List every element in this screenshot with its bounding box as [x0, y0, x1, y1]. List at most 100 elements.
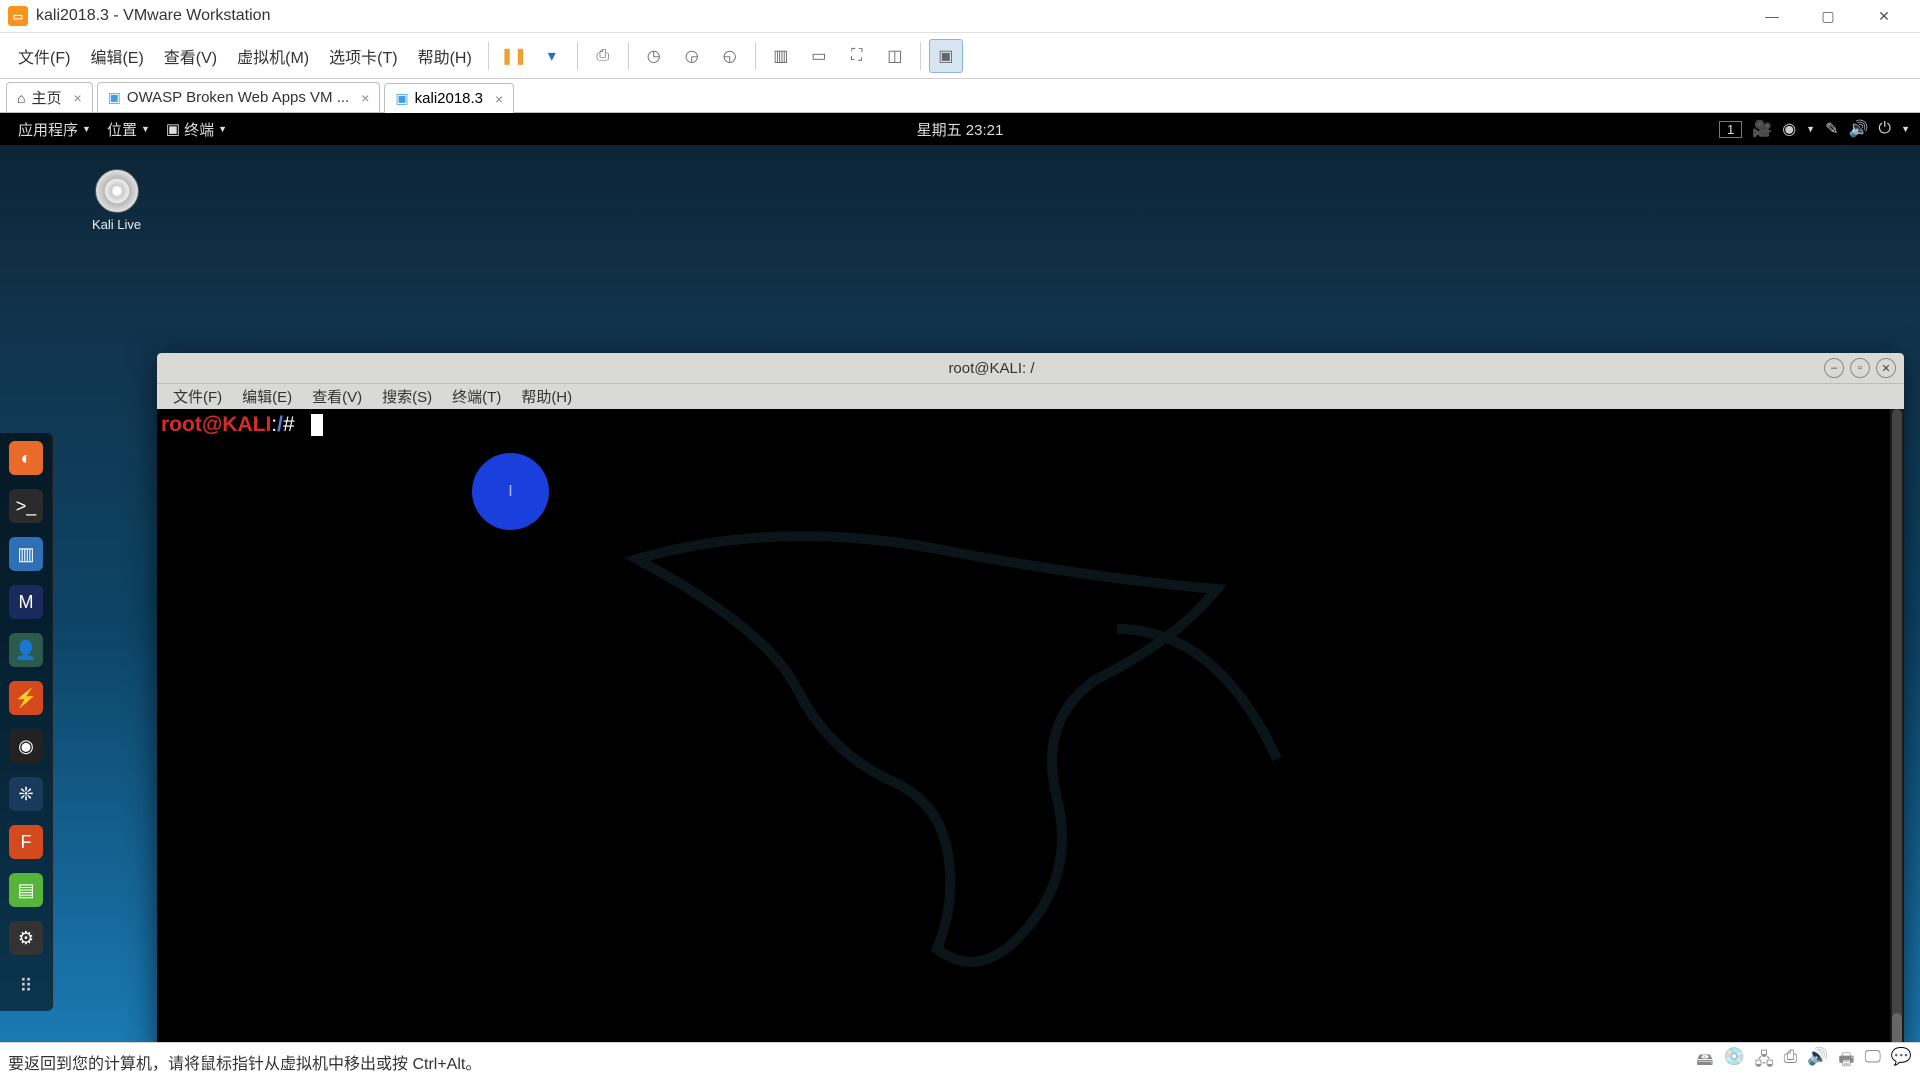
toolbar-separator	[628, 42, 629, 70]
dock-tweaks[interactable]: ⚙	[9, 921, 43, 955]
metasploit-icon: M	[19, 592, 34, 613]
vm-icon: ▣	[395, 90, 408, 107]
clock-back-icon: ◶	[685, 46, 699, 66]
menu-view[interactable]: 查看(V)	[154, 40, 227, 72]
power-icon[interactable]: ⏻	[1878, 120, 1891, 138]
workspace-indicator[interactable]: 1	[1719, 121, 1742, 138]
dock-files[interactable]: ▥	[9, 537, 43, 571]
stretch-button[interactable]: ⛶	[840, 39, 874, 73]
chevron-down-icon: ▼	[218, 124, 227, 134]
fullscreen-icon: ▣	[938, 46, 953, 66]
kali-dragon-watermark	[577, 479, 1297, 1039]
dock-burp[interactable]: ⚡	[9, 681, 43, 715]
unity-button[interactable]: ◫	[878, 39, 912, 73]
term-menu-search[interactable]: 搜索(S)	[372, 386, 442, 407]
applications-menu[interactable]: 应用程序▼	[10, 119, 99, 140]
dock-zenmap[interactable]: ◉	[9, 729, 43, 763]
tab-label: kali2018.3	[415, 90, 483, 107]
chevron-down-icon: ▼	[141, 124, 150, 134]
terminal-title: root@KALI: /	[165, 360, 1818, 377]
places-menu[interactable]: 位置▼	[99, 119, 158, 140]
dock-maltego[interactable]: ❊	[9, 777, 43, 811]
console-icon: ▥	[773, 46, 788, 66]
term-menu-file[interactable]: 文件(F)	[163, 386, 232, 407]
term-menu-help[interactable]: 帮助(H)	[511, 386, 582, 407]
terminal-close-button[interactable]: ✕	[1876, 358, 1896, 378]
terminal-scrollbar[interactable]	[1890, 409, 1904, 1042]
tab-home[interactable]: ⌂ 主页 ×	[6, 82, 93, 112]
host-statusbar: 要返回到您的计算机，请将鼠标指针从虚拟机中移出或按 Ctrl+Alt。 🖴 💿 …	[0, 1042, 1920, 1080]
disc-icon	[95, 169, 139, 213]
menu-edit[interactable]: 编辑(E)	[80, 40, 153, 72]
menu-tabs[interactable]: 选项卡(T)	[319, 40, 407, 72]
term-menu-edit[interactable]: 编辑(E)	[232, 386, 302, 407]
maltego-icon: ❊	[18, 784, 33, 805]
menu-help[interactable]: 帮助(H)	[408, 40, 482, 72]
tab-close-button[interactable]: ×	[73, 90, 81, 106]
snapshot-revert-button[interactable]: ◶	[675, 39, 709, 73]
clock-gear-icon: ◵	[723, 46, 737, 66]
dock-armitage[interactable]: 👤	[9, 633, 43, 667]
dock-leafpad[interactable]: ▤	[9, 873, 43, 907]
tray-message-icon[interactable]: 💬	[1891, 1047, 1912, 1076]
faraday-icon: F	[21, 832, 32, 853]
tray-usb-icon[interactable]: ⎙	[1784, 1047, 1798, 1076]
menu-file[interactable]: 文件(F)	[8, 40, 80, 72]
view-console-button[interactable]: ▥	[764, 39, 798, 73]
term-menu-view[interactable]: 查看(V)	[302, 386, 372, 407]
brush-icon[interactable]: ✎	[1825, 119, 1838, 139]
tab-owasp[interactable]: ▣ OWASP Broken Web Apps VM ... ×	[97, 82, 381, 112]
tray-network-icon[interactable]: 🖧	[1755, 1047, 1774, 1076]
terminal-menubar: 文件(F) 编辑(E) 查看(V) 搜索(S) 终端(T) 帮助(H)	[157, 383, 1904, 409]
host-tabs: ⌂ 主页 × ▣ OWASP Broken Web Apps VM ... × …	[0, 79, 1920, 113]
host-menubar: 文件(F) 编辑(E) 查看(V) 虚拟机(M) 选项卡(T) 帮助(H) ❚❚…	[0, 33, 1920, 79]
maximize-button[interactable]: ▢	[1800, 0, 1856, 33]
tray-display-icon[interactable]: 🖵	[1864, 1047, 1880, 1076]
armitage-icon: 👤	[15, 640, 37, 661]
dock-metasploit[interactable]: M	[9, 585, 43, 619]
terminal-app-menu[interactable]: ▣终端▼	[158, 119, 235, 140]
dock-faraday[interactable]: F	[9, 825, 43, 859]
host-tray: 🖴 💿 🖧 ⎙ 🔊 🖶 🖵 💬	[1696, 1047, 1912, 1076]
pause-button[interactable]: ❚❚	[497, 39, 531, 73]
stretch-icon: ⛶	[851, 47, 862, 65]
dock-show-apps[interactable]: ⠿	[9, 969, 43, 1003]
terminal-body[interactable]: root@KALI:/#	[157, 409, 1904, 1042]
minimize-button[interactable]: —	[1744, 0, 1800, 33]
clock-icon: ◷	[647, 46, 661, 66]
tray-printer-icon[interactable]: 🖶	[1838, 1047, 1854, 1076]
close-button[interactable]: ✕	[1856, 0, 1912, 33]
terminal-maximize-button[interactable]: ▫	[1850, 358, 1870, 378]
tray-cd-icon[interactable]: 💿	[1723, 1047, 1744, 1076]
tab-close-button[interactable]: ×	[361, 90, 369, 106]
terminal-minimize-button[interactable]: –	[1824, 358, 1844, 378]
view-thumbnail-button[interactable]: ▭	[802, 39, 836, 73]
power-dropdown[interactable]: ▾	[535, 39, 569, 73]
status-hint: 要返回到您的计算机，请将鼠标指针从虚拟机中移出或按 Ctrl+Alt。	[8, 1050, 481, 1074]
dock-firefox[interactable]: ◐	[9, 441, 43, 475]
menu-vm[interactable]: 虚拟机(M)	[227, 40, 319, 72]
tab-close-button[interactable]: ×	[495, 91, 503, 107]
tab-kali[interactable]: ▣ kali2018.3 ×	[384, 83, 514, 113]
chevron-down-icon: ▼	[1901, 124, 1910, 134]
term-menu-terminal[interactable]: 终端(T)	[442, 386, 511, 407]
desktop-icon-kali-live[interactable]: Kali Live	[92, 169, 141, 232]
chevron-down-icon: ▾	[548, 46, 556, 66]
volume-icon[interactable]: 🔊	[1849, 119, 1869, 139]
pause-icon: ❚❚	[500, 46, 527, 66]
tray-hdd-icon[interactable]: 🖴	[1696, 1047, 1713, 1076]
home-icon: ⌂	[17, 90, 25, 106]
toolbar-separator	[488, 42, 489, 70]
snapshot-button[interactable]: ◷	[637, 39, 671, 73]
clock[interactable]: 星期五 23:21	[909, 119, 1012, 140]
chevron-down-icon: ▼	[1806, 124, 1815, 134]
fullscreen-button[interactable]: ▣	[929, 39, 963, 73]
snapshot-manager-button[interactable]: ◵	[713, 39, 747, 73]
accessibility-icon[interactable]: ◉	[1782, 119, 1796, 139]
terminal-titlebar[interactable]: root@KALI: / – ▫ ✕	[157, 353, 1904, 383]
tray-sound-icon[interactable]: 🔊	[1807, 1047, 1828, 1076]
send-ctrl-alt-del-button[interactable]: ⎙	[586, 39, 620, 73]
camera-icon[interactable]: 🎥	[1752, 119, 1772, 139]
dock-terminal[interactable]: >_	[9, 489, 43, 523]
scrollbar-thumb[interactable]	[1892, 1013, 1902, 1042]
